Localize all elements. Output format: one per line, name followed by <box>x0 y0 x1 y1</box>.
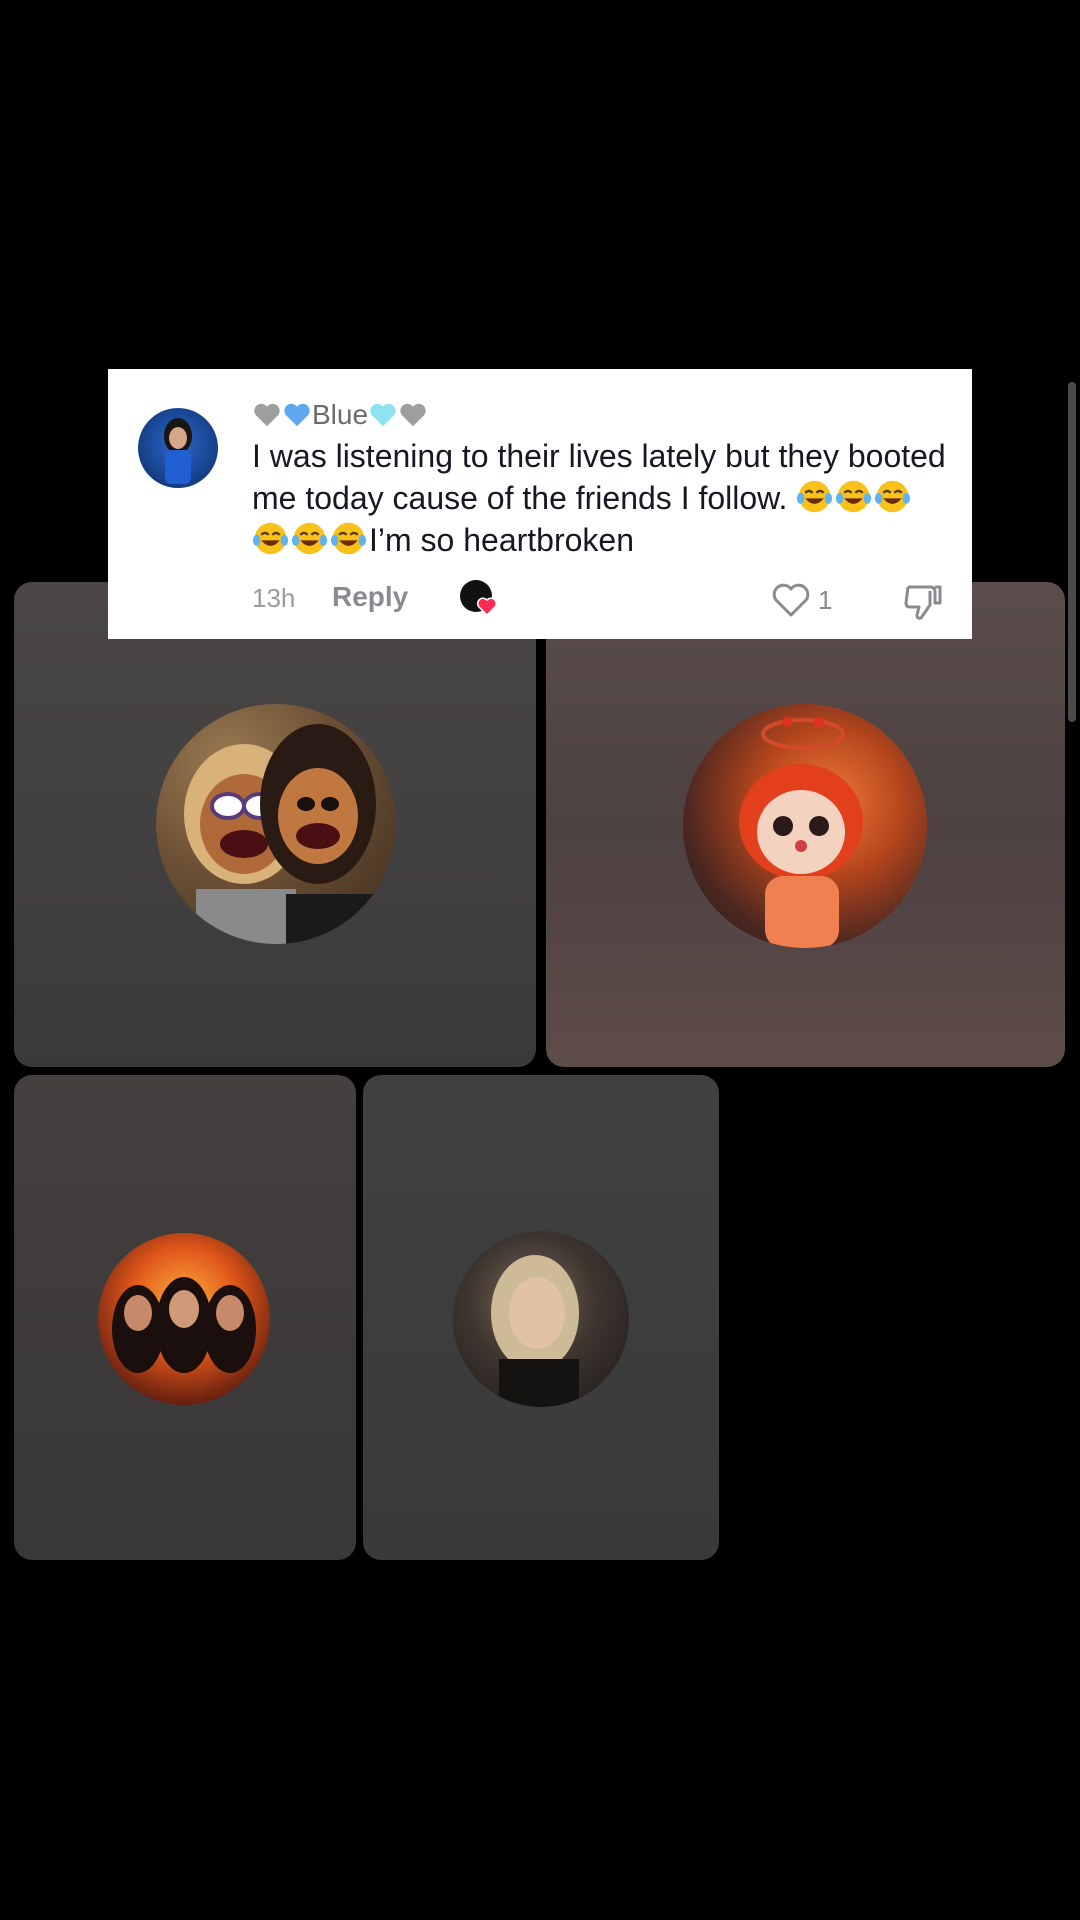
red-haired-girl-in-fire-avatar <box>683 704 927 948</box>
comment-card: Blue I was listening to their lives late… <box>108 369 972 639</box>
username-text: Blue <box>312 399 369 430</box>
grey-heart-icon <box>400 403 426 427</box>
reply-button[interactable]: Reply <box>332 581 408 613</box>
comment-time: 13h <box>252 583 296 613</box>
blonde-woman-dark-avatar <box>453 1231 629 1407</box>
comment-meta-row: 13h Reply 1 <box>252 579 952 621</box>
light-blue-heart-icon <box>370 403 396 427</box>
live-tile-4[interactable] <box>363 1075 719 1560</box>
face-with-tears-of-joy-icon <box>797 480 833 513</box>
comment-text-part2: I’m so heartbroken <box>369 522 635 558</box>
comment-text: I was listening to their lives lately bu… <box>252 435 952 561</box>
two-puppet-women-avatar <box>156 704 396 944</box>
scrollbar[interactable] <box>1068 382 1076 722</box>
face-with-tears-of-joy-icon <box>875 480 911 513</box>
blue-heart-icon <box>284 403 310 427</box>
live-tile-2[interactable] <box>546 582 1065 1067</box>
like-heart-icon[interactable] <box>770 581 812 619</box>
creator-liked-icon <box>460 580 498 617</box>
like-count: 1 <box>818 585 833 615</box>
face-with-tears-of-joy-icon <box>252 522 289 555</box>
face-with-tears-of-joy-icon <box>330 522 367 555</box>
live-tile-1[interactable] <box>14 582 536 1067</box>
face-with-tears-of-joy-icon <box>291 522 328 555</box>
dislike-icon[interactable] <box>902 581 944 621</box>
commenter-avatar[interactable] <box>138 408 218 488</box>
three-women-in-fire-avatar <box>98 1233 270 1405</box>
grey-heart-icon <box>254 403 280 427</box>
face-with-tears-of-joy-icon <box>836 480 872 513</box>
live-tile-3[interactable] <box>14 1075 356 1560</box>
commenter-username[interactable]: Blue <box>252 395 428 435</box>
